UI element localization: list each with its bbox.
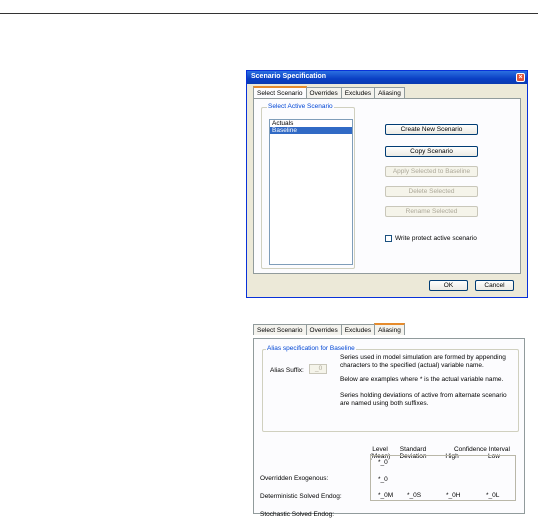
write-protect-checkbox[interactable] <box>385 235 392 242</box>
delete-selected-button[interactable]: Delete Selected <box>385 186 478 197</box>
dialog-title: Scenario Specification <box>251 73 327 80</box>
cell-stochastic-low: *_0L <box>486 492 500 499</box>
aliasing-panel: Select Scenario Overrides Excludes Alias… <box>253 323 525 518</box>
header-level-line1: Level <box>372 446 388 453</box>
scenario-listbox[interactable]: Actuals Baseline <box>269 119 353 265</box>
cell-deterministic-level: *_0 <box>378 476 388 483</box>
list-item-actuals[interactable]: Actuals <box>270 120 352 127</box>
group-label: Select Active Scenario <box>267 103 334 110</box>
top-rule <box>0 13 538 14</box>
alias-specification-group: Alias specification for Baseline Alias S… <box>262 345 519 432</box>
tab-select-scenario[interactable]: Select Scenario <box>253 324 307 335</box>
list-item-baseline[interactable]: Baseline <box>270 127 352 134</box>
close-icon[interactable]: × <box>516 73 525 82</box>
header-std-line1: Standard <box>399 446 427 453</box>
write-protect-row: Write protect active scenario <box>385 235 477 242</box>
alias-suffix-input[interactable]: _0 <box>309 364 327 374</box>
apply-selected-to-baseline-button[interactable]: Apply Selected to Baseline <box>385 166 478 177</box>
tab-overrides[interactable]: Overrides <box>305 87 342 98</box>
alias-description-2: Below are examples where * is the actual… <box>340 376 504 383</box>
dialog-tabs: Select Scenario Overrides Excludes Alias… <box>253 86 405 98</box>
dialog-titlebar: Scenario Specification × <box>247 71 527 84</box>
scenario-specification-dialog: Scenario Specification × Select Scenario… <box>246 70 528 298</box>
cell-stochastic-std: *_0S <box>407 492 422 499</box>
alias-suffix-label: Alias Suffix: <box>270 367 304 374</box>
group-label: Alias specification for Baseline <box>266 345 356 352</box>
cancel-button[interactable]: Cancel <box>475 280 514 291</box>
cell-stochastic-level: *_0M <box>378 492 394 499</box>
suffix-example-grid: *_0 *_0 *_0M *_0S *_0H *_0L <box>370 455 516 501</box>
tab-excludes[interactable]: Excludes <box>340 324 376 335</box>
rename-selected-button[interactable]: Rename Selected <box>385 206 478 217</box>
active-scenario-group: Select Active Scenario Actuals Baseline <box>261 103 355 269</box>
write-protect-label: Write protect active scenario <box>395 235 477 242</box>
tab-excludes[interactable]: Excludes <box>340 87 376 98</box>
row-label-overridden: Overridden Exogenous: <box>260 475 329 482</box>
cell-stochastic-high: *_0H <box>446 492 461 499</box>
row-label-deterministic: Deterministic Solved Endog: <box>260 493 342 500</box>
alias-description-1: Series used in model simulation are form… <box>340 354 506 369</box>
copy-scenario-button[interactable]: Copy Scenario <box>385 146 478 157</box>
create-new-scenario-button[interactable]: Create New Scenario <box>385 124 478 135</box>
ok-button[interactable]: OK <box>429 280 468 291</box>
cell-overridden-level: *_0 <box>378 459 388 466</box>
select-scenario-page: Select Active Scenario Actuals Baseline … <box>253 98 521 274</box>
header-confidence-interval: Confidence Interval <box>453 446 510 453</box>
tab-aliasing[interactable]: Aliasing <box>374 87 405 98</box>
tab-overrides[interactable]: Overrides <box>305 324 342 335</box>
aliasing-tabs: Select Scenario Overrides Excludes Alias… <box>253 323 405 335</box>
tab-aliasing[interactable]: Aliasing <box>374 323 405 335</box>
tab-select-scenario[interactable]: Select Scenario <box>253 86 307 98</box>
alias-description-3: Series holding deviations of active from… <box>340 392 507 407</box>
